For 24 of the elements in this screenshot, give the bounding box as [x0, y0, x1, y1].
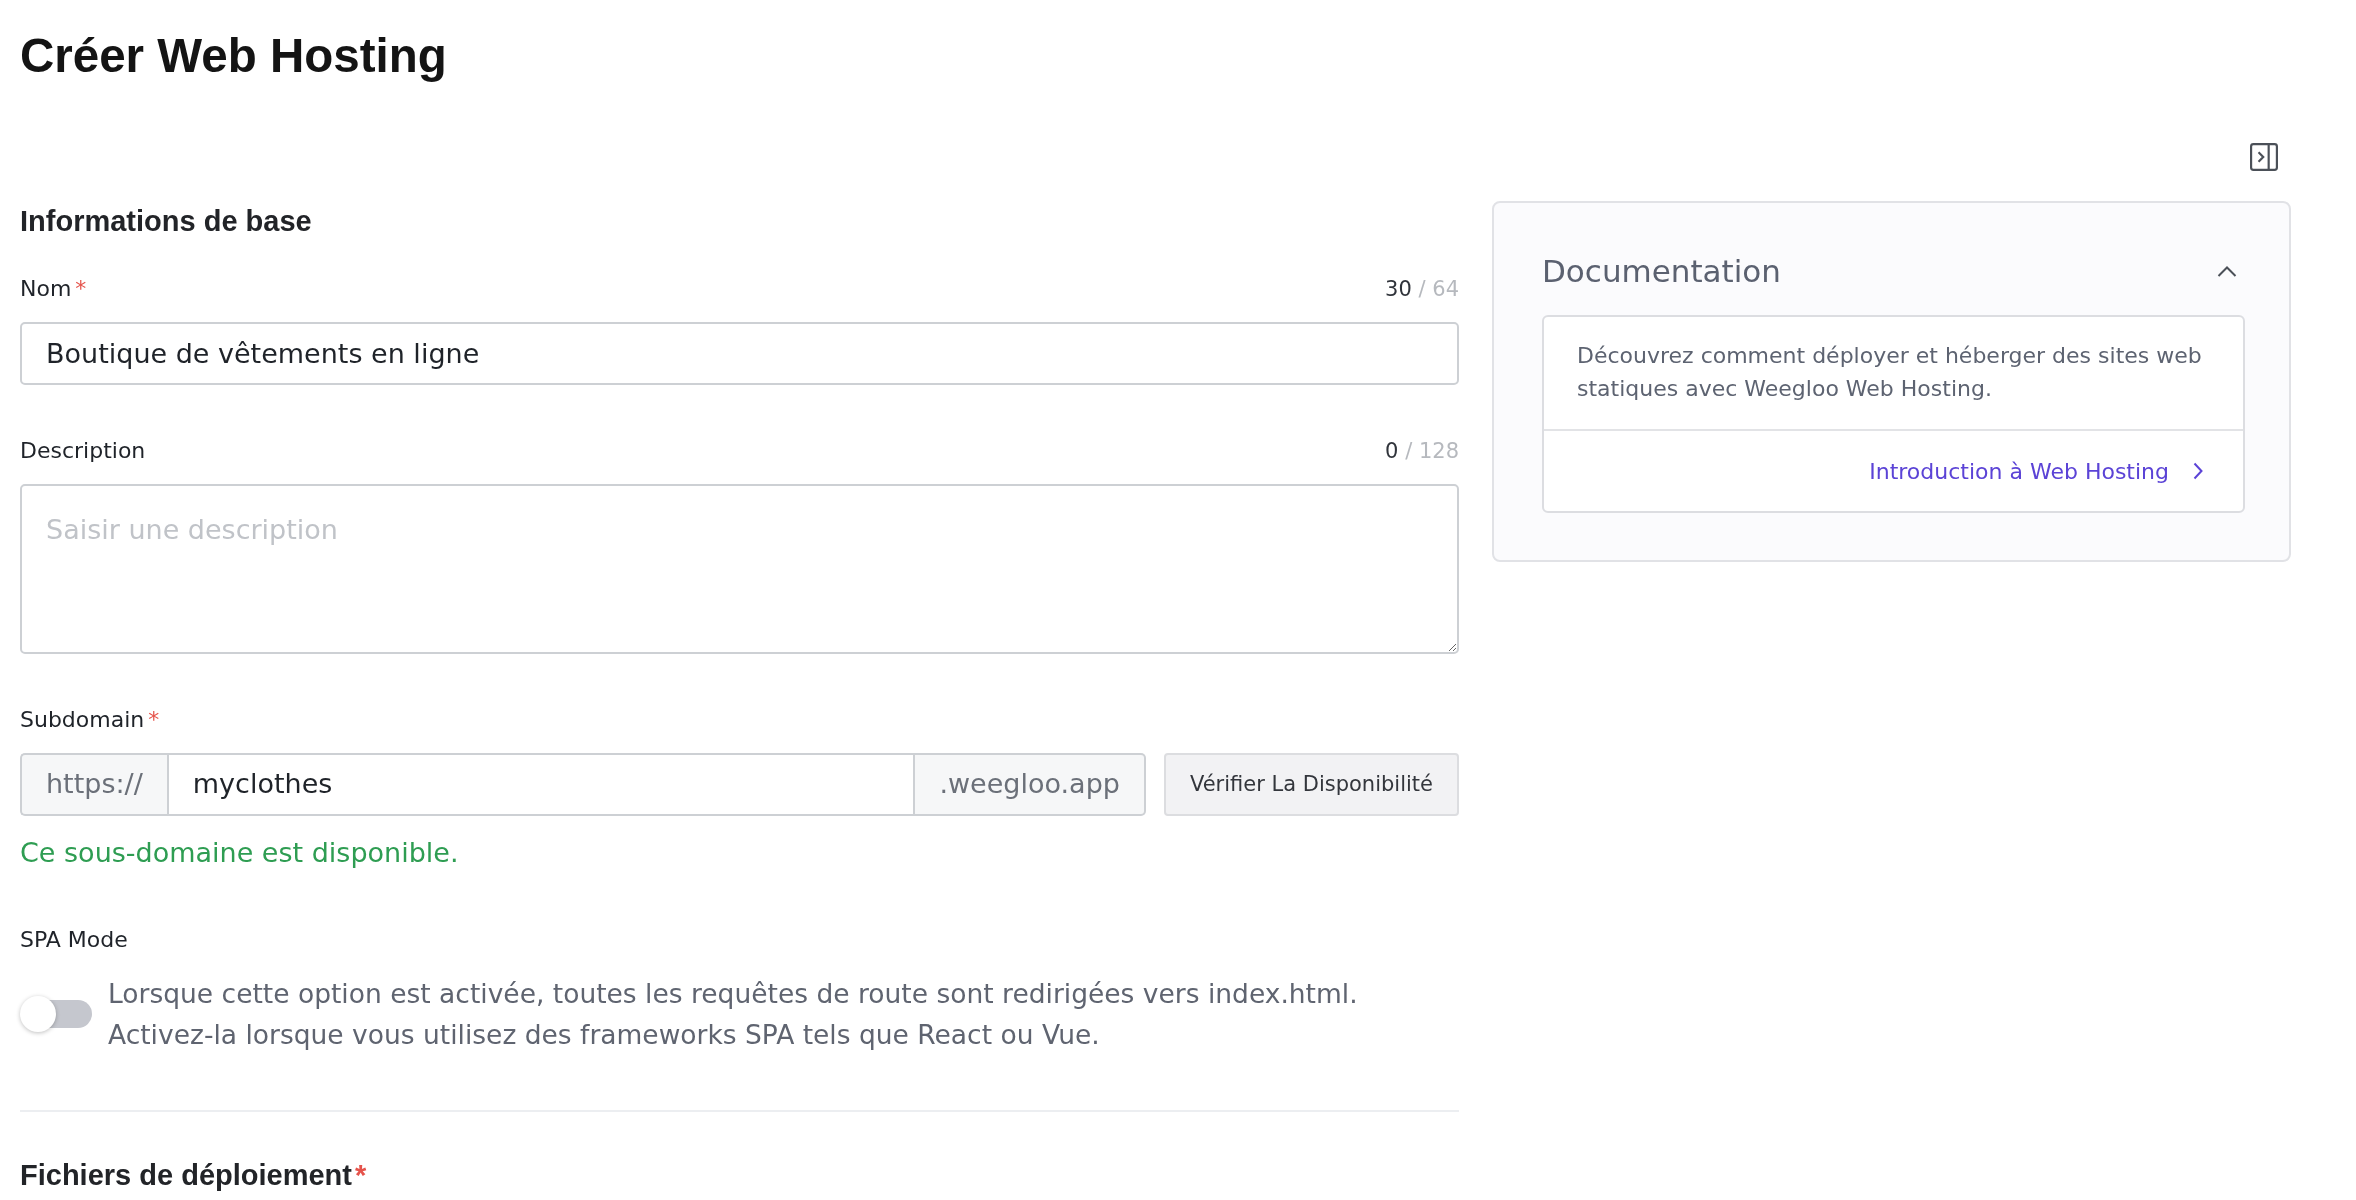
description-textarea[interactable]: Saisir une description [20, 484, 1459, 654]
field-label: SPA Mode [20, 926, 128, 954]
character-count: 30 / 64 [1385, 276, 1459, 303]
chevron-up-icon[interactable] [2217, 265, 2237, 277]
panel-title: Documentation [1542, 252, 1781, 291]
side-panel-icon[interactable] [2250, 143, 2278, 171]
field-label: Subdomain * [20, 706, 160, 734]
field-label: Nom * [20, 275, 87, 303]
page-title: Créer Web Hosting [20, 28, 447, 84]
switch-description: Lorsque cette option est activée, toutes les requêtes de route sont redirigées vers index.html. Activez-la lorsque vous utilisez des frameworks SPA tels que React ou Vue. [108, 977, 1358, 1052]
subdomain-input-field[interactable]: myclothes [166, 753, 916, 816]
check-availability-button[interactable]: Vérifier La Disponibilité [1163, 753, 1459, 816]
domain-suffix: .weegloo.app [915, 753, 1146, 816]
section-heading: Fichiers de déploiement* [20, 1158, 368, 1192]
chevron-right-icon [2193, 462, 2203, 480]
name-input-field[interactable]: Boutique de vêtements en ligne [20, 322, 1459, 385]
character-count: 0 / 128 [1385, 438, 1459, 465]
url-prefix: https:// [20, 753, 167, 816]
field-label: Description [20, 437, 146, 465]
section-heading: Informations de base [20, 204, 313, 238]
documentation-link[interactable]: Introduction à Web Hosting [1869, 454, 2203, 488]
documentation-text: Découvrez comment déployer et héberger des sites web statiques avec Weegloo Web Hosting. [1576, 342, 2203, 403]
availability-message: Ce sous-domaine est disponible. [20, 836, 460, 870]
toggle-switch[interactable] [20, 996, 92, 1032]
